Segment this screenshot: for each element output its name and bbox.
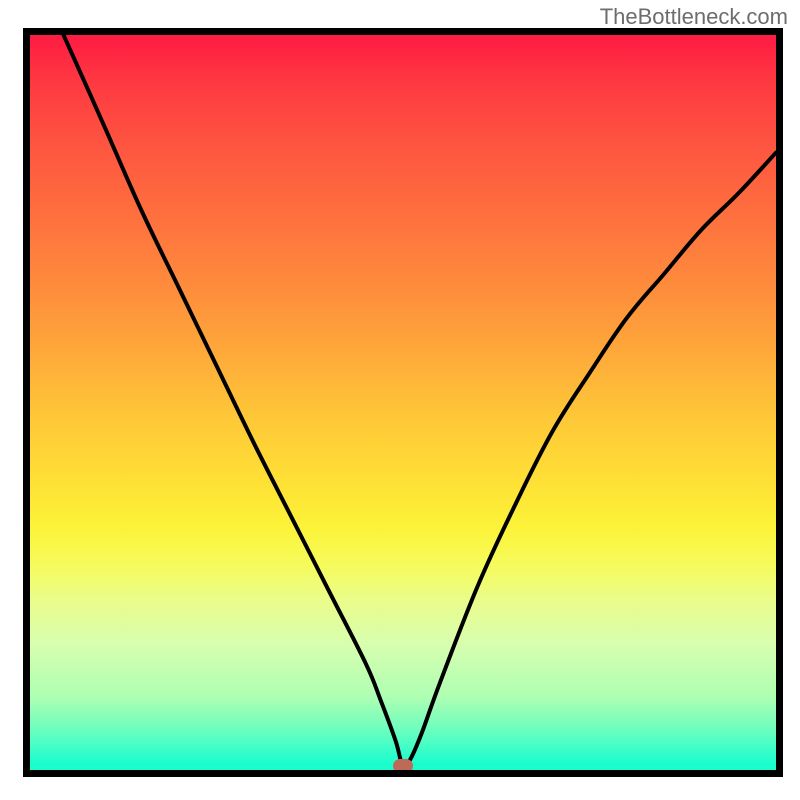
chart-plot-area <box>23 28 783 777</box>
minimum-marker <box>393 759 413 773</box>
watermark-text: TheBottleneck.com <box>600 4 788 30</box>
bottleneck-curve <box>30 35 776 770</box>
